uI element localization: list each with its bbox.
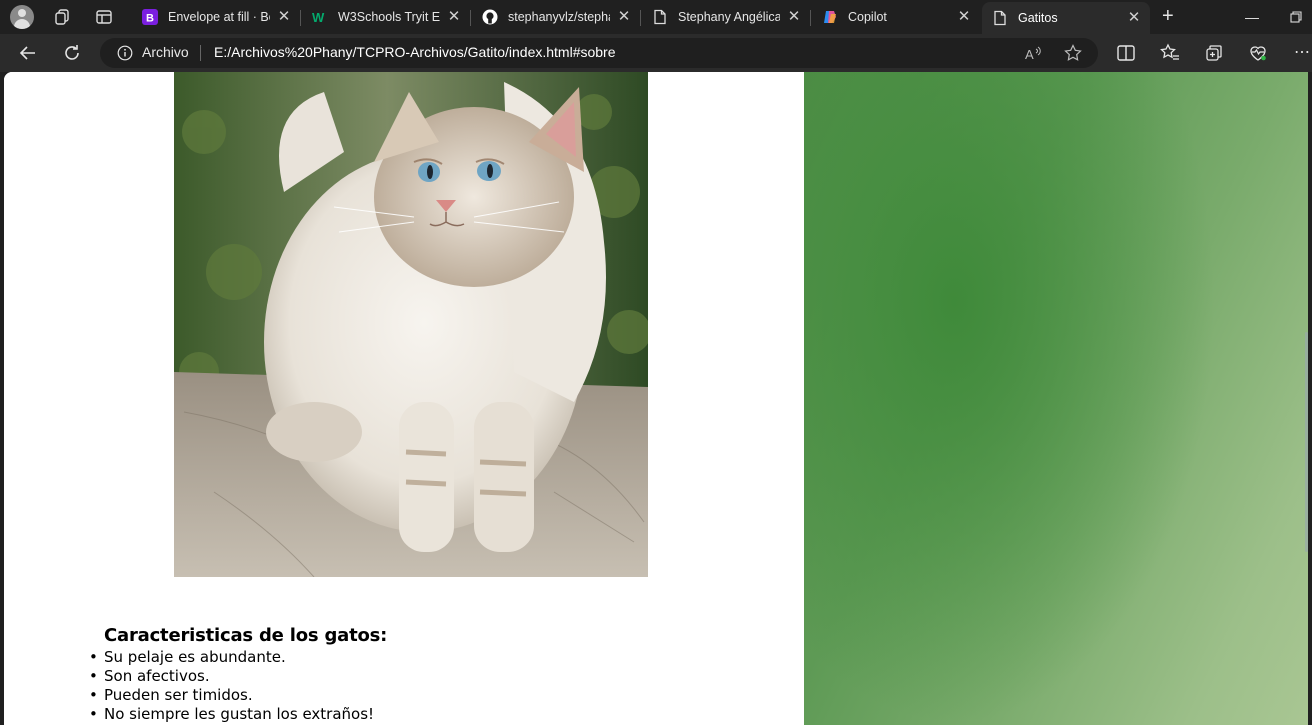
close-icon[interactable]: ✕ — [786, 9, 802, 25]
minimize-button[interactable]: — — [1245, 9, 1259, 25]
list-item: Son afectivos. — [89, 667, 374, 686]
close-icon[interactable]: ✕ — [616, 9, 632, 25]
tab-label: Copilot — [848, 10, 887, 24]
close-icon[interactable]: ✕ — [446, 9, 462, 25]
content-column: Caracteristicas de los gatos: Su pelaje … — [4, 72, 804, 725]
address-bar[interactable]: Archivo E:/Archivos%20Phany/TCPRO-Archiv… — [100, 38, 1098, 68]
bootstrap-icon: B — [142, 9, 158, 25]
svg-text:A: A — [1025, 47, 1034, 62]
list-item: Pueden ser timidos. — [89, 686, 374, 705]
tab-label: stephanyvlz/stephan — [508, 10, 610, 24]
site-info-label[interactable]: Archivo — [142, 44, 189, 60]
svg-text:W: W — [312, 10, 325, 25]
favorites-icon[interactable] — [1160, 43, 1180, 63]
more-menu-icon[interactable]: ⋯ — [1294, 42, 1310, 62]
page-viewport: Caracteristicas de los gatos: Su pelaje … — [4, 72, 1308, 725]
copilot-icon — [822, 9, 838, 25]
restore-button[interactable] — [1290, 11, 1302, 23]
close-icon[interactable]: ✕ — [956, 9, 972, 25]
close-icon[interactable]: ✕ — [276, 9, 292, 25]
tab-bootstrap[interactable]: B Envelope at fill · Boo ✕ — [132, 3, 301, 31]
refresh-icon[interactable] — [62, 43, 82, 63]
section-heading: Caracteristicas de los gatos: — [104, 625, 388, 646]
document-icon — [992, 10, 1008, 26]
profile-avatar[interactable] — [10, 5, 34, 29]
document-icon — [652, 9, 668, 25]
tab-w3schools[interactable]: W W3Schools Tryit Edi ✕ — [302, 3, 471, 31]
url-text[interactable]: E:/Archivos%20Phany/TCPRO-Archivos/Gatit… — [214, 44, 616, 60]
list-item: No siempre les gustan los extraños! — [89, 705, 374, 724]
tab-label: Envelope at fill · Boo — [168, 10, 270, 24]
svg-text:B: B — [146, 13, 154, 25]
tab-stephany[interactable]: Stephany Angélica V ✕ — [642, 3, 811, 31]
features-list: Su pelaje es abundante. Son afectivos. P… — [89, 648, 374, 724]
tab-label: Stephany Angélica V — [678, 10, 780, 24]
close-icon[interactable]: ✕ — [1126, 10, 1142, 26]
tab-copilot[interactable]: Copilot ✕ — [812, 3, 980, 31]
split-screen-icon[interactable] — [1116, 43, 1136, 63]
cat-photo — [174, 72, 648, 577]
tab-gatitos[interactable]: Gatitos ✕ — [982, 2, 1150, 34]
read-aloud-icon[interactable]: A — [1025, 45, 1043, 63]
favorite-star-icon[interactable] — [1064, 44, 1082, 62]
workspaces-icon[interactable] — [53, 8, 71, 26]
back-arrow-icon[interactable] — [18, 43, 38, 63]
scrollbar[interactable] — [1305, 332, 1308, 552]
navigation-bar: Archivo E:/Archivos%20Phany/TCPRO-Archiv… — [0, 34, 1312, 72]
tab-actions-icon[interactable] — [95, 8, 113, 26]
list-item: Su pelaje es abundante. — [89, 648, 374, 667]
info-icon[interactable] — [117, 45, 133, 61]
w3schools-icon: W — [312, 9, 328, 25]
github-icon — [482, 9, 498, 25]
tab-github[interactable]: stephanyvlz/stephan ✕ — [472, 3, 641, 31]
tab-strip: B Envelope at fill · Boo ✕ W W3Schools T… — [0, 0, 1312, 34]
collections-icon[interactable] — [1204, 43, 1224, 63]
tab-label: Gatitos — [1018, 11, 1058, 25]
green-side-panel — [804, 72, 1308, 725]
tab-label: W3Schools Tryit Edi — [338, 10, 440, 24]
new-tab-button[interactable]: + — [1162, 5, 1174, 28]
browser-essentials-icon[interactable] — [1248, 43, 1268, 63]
